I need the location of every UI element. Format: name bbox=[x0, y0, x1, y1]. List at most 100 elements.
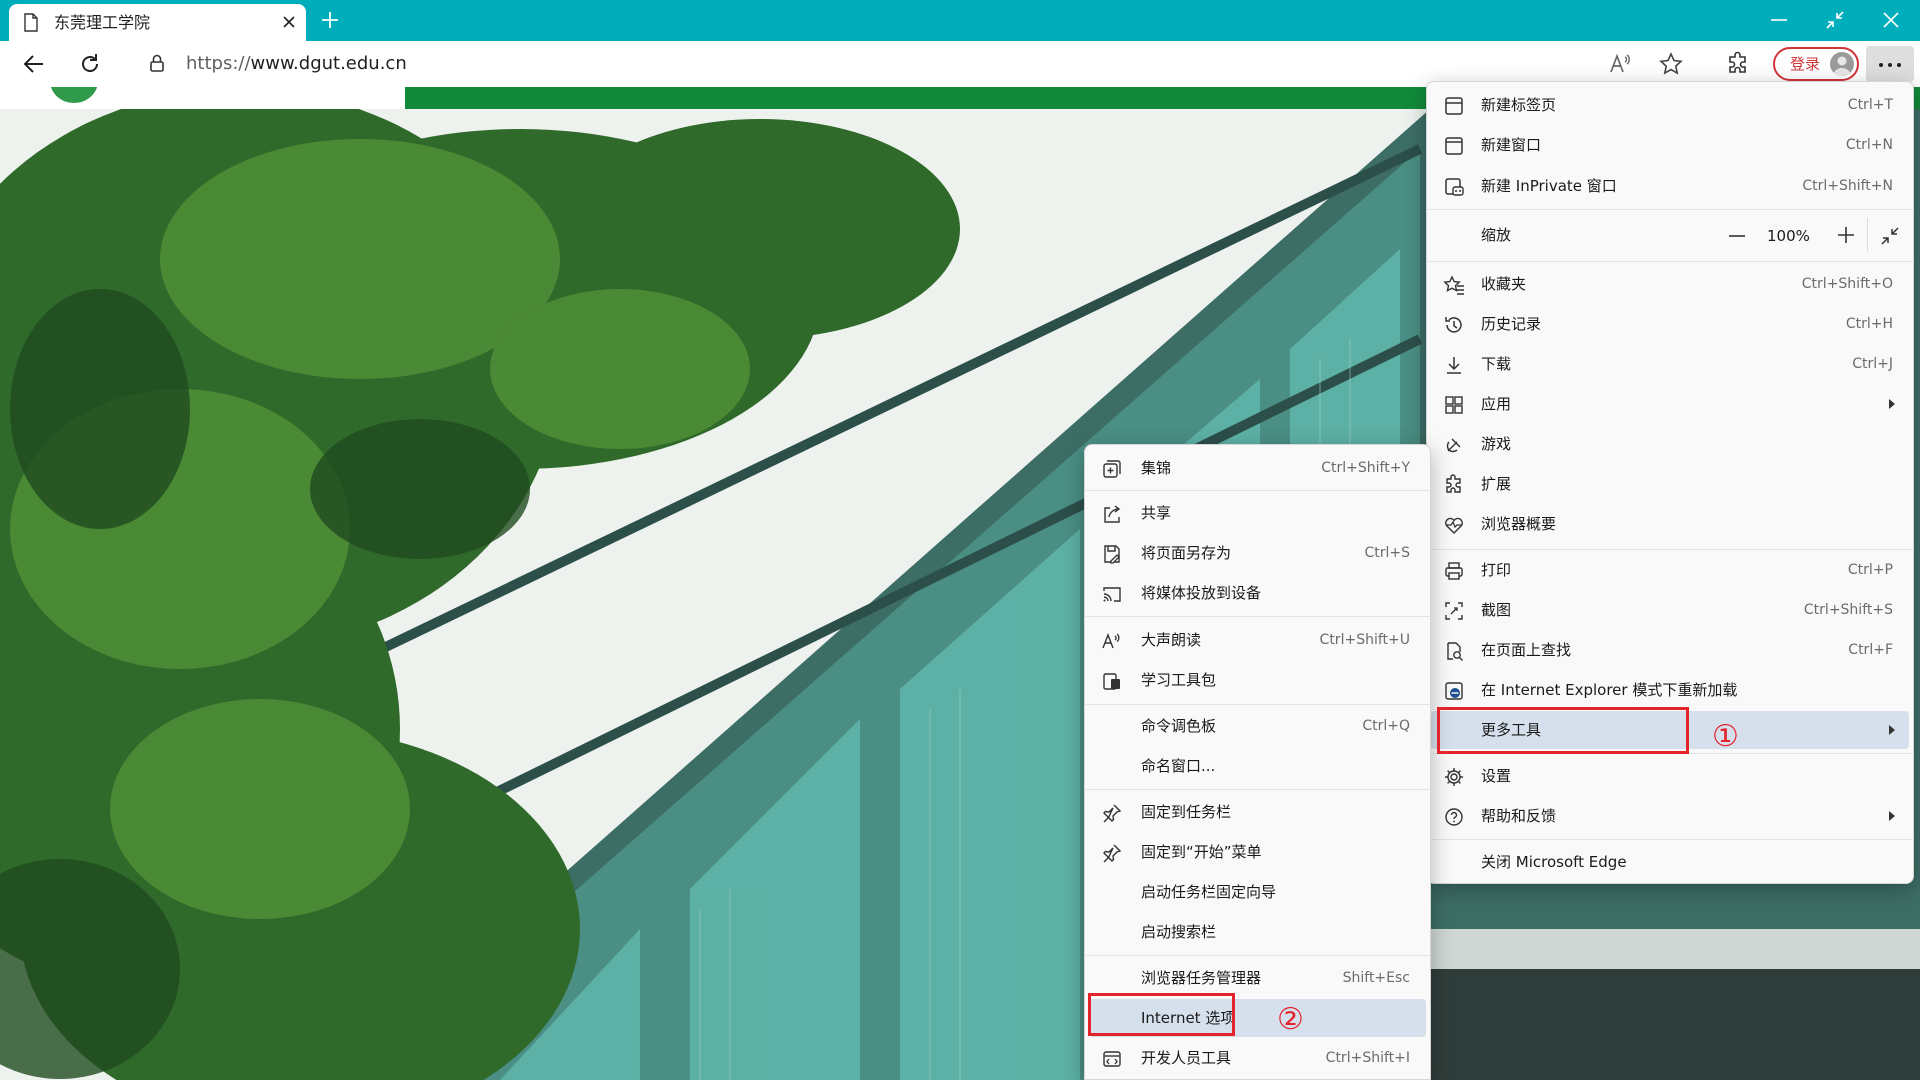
menu-close-edge[interactable]: 关闭 Microsoft Edge bbox=[1431, 843, 1909, 881]
new-tab-icon[interactable] bbox=[318, 8, 342, 32]
avatar-icon bbox=[1830, 52, 1854, 76]
menu-history[interactable]: 历史记录 Ctrl+H bbox=[1431, 305, 1909, 343]
favorites-icon bbox=[1443, 274, 1465, 296]
extensions-icon[interactable] bbox=[1725, 51, 1751, 77]
menu-label: 将页面另存为 bbox=[1141, 544, 1232, 562]
read-aloud-icon bbox=[1101, 630, 1123, 652]
menu-divider bbox=[1427, 549, 1913, 550]
menu-label: 下载 bbox=[1481, 355, 1512, 373]
zoom-divider bbox=[1867, 218, 1868, 252]
menu-games[interactable]: 游戏 bbox=[1431, 425, 1909, 463]
submenu-arrow-icon bbox=[1889, 725, 1895, 735]
menu-label: 共享 bbox=[1141, 504, 1172, 522]
submenu-read-aloud[interactable]: 大声朗读 Ctrl+Shift+U bbox=[1089, 621, 1426, 659]
menu-shortcut: Ctrl+T bbox=[1847, 97, 1893, 113]
submenu-dev-tools[interactable]: 开发人员工具 Ctrl+Shift+I bbox=[1089, 1039, 1426, 1077]
menu-browser-essentials[interactable]: 浏览器概要 bbox=[1431, 505, 1909, 543]
menu-divider bbox=[1085, 955, 1430, 956]
menu-new-window[interactable]: 新建窗口 Ctrl+N bbox=[1431, 126, 1909, 164]
menu-label: 开发人员工具 bbox=[1141, 1049, 1232, 1067]
refresh-icon[interactable] bbox=[77, 51, 103, 77]
menu-divider bbox=[1085, 704, 1430, 705]
submenu-name-window[interactable]: 命名窗口... bbox=[1089, 747, 1426, 785]
menu-print[interactable]: 打印 Ctrl+P bbox=[1431, 551, 1909, 589]
minimize-icon[interactable] bbox=[1765, 6, 1793, 34]
share-icon bbox=[1101, 503, 1123, 525]
menu-find-on-page[interactable]: 在页面上查找 Ctrl+F bbox=[1431, 631, 1909, 669]
menu-help-feedback[interactable]: 帮助和反馈 bbox=[1431, 797, 1909, 835]
url-host: www.dgut.edu.cn bbox=[250, 53, 407, 74]
menu-label: 关闭 Microsoft Edge bbox=[1481, 853, 1627, 871]
menu-label: 将媒体投放到设备 bbox=[1141, 584, 1262, 602]
menu-label: 新建标签页 bbox=[1481, 96, 1557, 114]
menu-downloads[interactable]: 下载 Ctrl+J bbox=[1431, 345, 1909, 383]
pin-icon bbox=[1101, 842, 1123, 864]
menu-label: 收藏夹 bbox=[1481, 275, 1527, 293]
zoom-value: 100% bbox=[1767, 227, 1810, 245]
submenu-pin-start[interactable]: 固定到“开始”菜单 bbox=[1089, 833, 1426, 871]
learning-tools-icon bbox=[1101, 670, 1123, 692]
address-bar[interactable]: https://www.dgut.edu.cn bbox=[186, 53, 407, 75]
submenu-share[interactable]: 共享 bbox=[1089, 494, 1426, 532]
submenu-pin-taskbar[interactable]: 固定到任务栏 bbox=[1089, 793, 1426, 831]
zoom-in-icon[interactable] bbox=[1836, 225, 1856, 245]
find-icon bbox=[1443, 640, 1465, 662]
cast-icon bbox=[1101, 583, 1123, 605]
annotation-step-2: ② bbox=[1277, 1002, 1304, 1037]
menu-shortcut: Ctrl+F bbox=[1848, 642, 1893, 658]
history-icon bbox=[1443, 314, 1465, 336]
pin-icon bbox=[1101, 802, 1123, 824]
menu-new-inprivate[interactable]: 新建 InPrivate 窗口 Ctrl+Shift+N bbox=[1431, 167, 1909, 205]
settings-more-button[interactable] bbox=[1866, 46, 1914, 82]
menu-label: 扩展 bbox=[1481, 475, 1512, 493]
lock-icon[interactable] bbox=[146, 52, 168, 74]
menu-divider bbox=[1427, 209, 1913, 210]
submenu-search-bar[interactable]: 启动搜索栏 bbox=[1089, 913, 1426, 951]
tab-title: 东莞理工学院 bbox=[54, 13, 151, 32]
read-aloud-icon[interactable] bbox=[1607, 51, 1633, 77]
title-bar: 东莞理工学院 bbox=[0, 0, 1920, 41]
favorite-star-icon[interactable] bbox=[1658, 51, 1684, 77]
back-icon[interactable] bbox=[21, 51, 47, 77]
browser-tab[interactable]: 东莞理工学院 bbox=[9, 4, 306, 41]
menu-divider bbox=[1427, 839, 1913, 840]
menu-label: 固定到“开始”菜单 bbox=[1141, 843, 1262, 861]
submenu-taskbar-wizard[interactable]: 启动任务栏固定向导 bbox=[1089, 873, 1426, 911]
menu-label: 新建窗口 bbox=[1481, 136, 1542, 154]
menu-extensions[interactable]: 扩展 bbox=[1431, 465, 1909, 503]
close-tab-icon[interactable] bbox=[280, 13, 298, 31]
window-icon bbox=[1443, 135, 1465, 157]
menu-ie-mode[interactable]: 在 Internet Explorer 模式下重新加载 bbox=[1431, 671, 1909, 709]
submenu-save-page[interactable]: 将页面另存为 Ctrl+S bbox=[1089, 534, 1426, 572]
submenu-cast-media[interactable]: 将媒体投放到设备 bbox=[1089, 574, 1426, 612]
submenu-learning-tools[interactable]: 学习工具包 bbox=[1089, 661, 1426, 699]
menu-shortcut: Ctrl+N bbox=[1845, 137, 1893, 153]
submenu-command-palette[interactable]: 命令调色板 Ctrl+Q bbox=[1089, 707, 1426, 745]
more-dot bbox=[1888, 63, 1892, 67]
zoom-out-icon[interactable] bbox=[1727, 226, 1747, 246]
menu-new-tab[interactable]: 新建标签页 Ctrl+T bbox=[1431, 86, 1909, 124]
submenu-task-manager[interactable]: 浏览器任务管理器 Shift+Esc bbox=[1089, 959, 1426, 997]
menu-shortcut: Ctrl+Shift+S bbox=[1803, 602, 1893, 618]
apps-icon bbox=[1443, 394, 1465, 416]
annotation-box-more-tools bbox=[1437, 707, 1689, 754]
menu-label: 历史记录 bbox=[1481, 315, 1542, 333]
close-window-icon[interactable] bbox=[1877, 6, 1905, 34]
menu-settings[interactable]: 设置 bbox=[1431, 757, 1909, 795]
menu-label: 应用 bbox=[1481, 395, 1512, 413]
menu-zoom-row: 缩放 100% bbox=[1431, 216, 1909, 254]
menu-shortcut: Ctrl+Q bbox=[1362, 718, 1410, 734]
menu-screenshot[interactable]: 截图 Ctrl+Shift+S bbox=[1431, 591, 1909, 629]
menu-favorites[interactable]: 收藏夹 Ctrl+Shift+O bbox=[1431, 265, 1909, 303]
login-button[interactable]: 登录 bbox=[1773, 47, 1859, 81]
browser-settings-menu: 新建标签页 Ctrl+T 新建窗口 Ctrl+N 新建 InPrivate 窗口… bbox=[1426, 81, 1914, 884]
new-tab-icon bbox=[1443, 95, 1465, 117]
menu-divider bbox=[1427, 261, 1913, 262]
fullscreen-icon[interactable] bbox=[1879, 225, 1901, 247]
menu-shortcut: Shift+Esc bbox=[1342, 970, 1410, 986]
inprivate-icon bbox=[1443, 176, 1465, 198]
menu-label: 设置 bbox=[1481, 767, 1512, 785]
menu-apps[interactable]: 应用 bbox=[1431, 385, 1909, 423]
restore-icon[interactable] bbox=[1821, 6, 1849, 34]
submenu-collections[interactable]: 集锦 Ctrl+Shift+Y bbox=[1089, 449, 1426, 487]
